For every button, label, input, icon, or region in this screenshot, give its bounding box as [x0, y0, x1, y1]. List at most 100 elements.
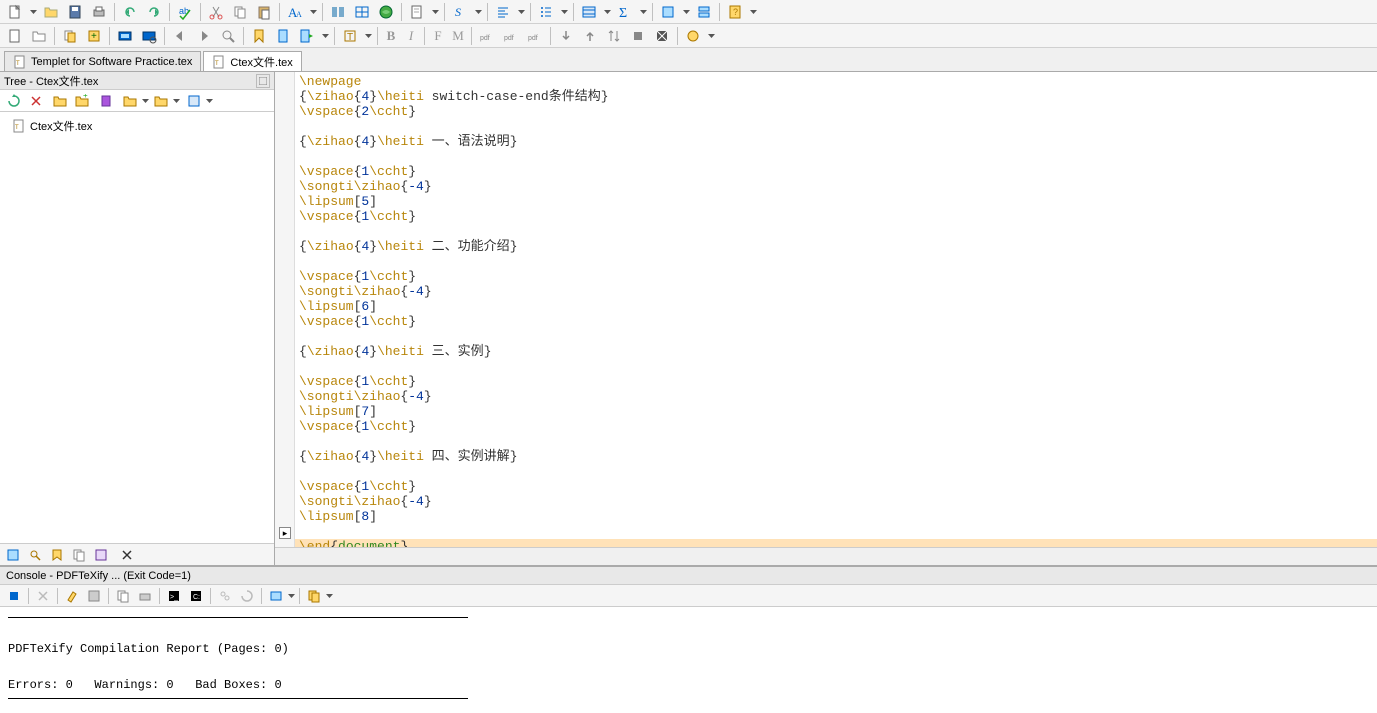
sync-down-button[interactable]: [555, 26, 577, 46]
paste-button[interactable]: [253, 2, 275, 22]
console-reload-button[interactable]: [237, 587, 257, 605]
tab-files-button[interactable]: [70, 546, 88, 564]
undo-button[interactable]: [119, 2, 141, 22]
console-link-button[interactable]: [215, 587, 235, 605]
section-button[interactable]: [327, 2, 349, 22]
open-file-button[interactable]: [40, 2, 62, 22]
bookmark-button[interactable]: [248, 26, 270, 46]
compile-button[interactable]: [114, 26, 136, 46]
console-copy-button[interactable]: [113, 587, 133, 605]
document-button[interactable]: [406, 2, 428, 22]
code-editor[interactable]: \newpage{\zihao{4}\heiti switch-case-end…: [295, 72, 1377, 547]
sync-both-button[interactable]: [603, 26, 625, 46]
copy-path-button[interactable]: [59, 26, 81, 46]
style-dropdown[interactable]: [473, 2, 483, 22]
tab-symbols-button[interactable]: [92, 546, 110, 564]
tree-collapse-dropdown[interactable]: [142, 99, 149, 103]
console-stop-button[interactable]: [4, 587, 24, 605]
font-size-dropdown[interactable]: [308, 2, 318, 22]
copy-button[interactable]: [229, 2, 251, 22]
console-save-button[interactable]: [84, 587, 104, 605]
block-dropdown[interactable]: [681, 2, 691, 22]
macro-button[interactable]: T: [339, 26, 361, 46]
document-dropdown[interactable]: [430, 2, 440, 22]
next-error-button[interactable]: [193, 26, 215, 46]
prev-error-button[interactable]: [169, 26, 191, 46]
fold-marker[interactable]: ▸: [279, 527, 291, 539]
console-cmd-button[interactable]: C:: [186, 587, 206, 605]
stop-button[interactable]: [627, 26, 649, 46]
document-tab[interactable]: TCtex文件.tex: [203, 51, 301, 71]
sum-dropdown[interactable]: [638, 2, 648, 22]
tree-expand-button[interactable]: [151, 92, 171, 110]
tree-book-button[interactable]: [96, 92, 116, 110]
console-more-dropdown[interactable]: [326, 594, 333, 598]
build-run-button[interactable]: [296, 26, 318, 46]
new-file-dropdown[interactable]: [28, 2, 38, 22]
console-output[interactable]: PDFTeXify Compilation Report (Pages: 0) …: [0, 607, 1377, 713]
sync-up-button[interactable]: [579, 26, 601, 46]
tree-refresh-button[interactable]: [4, 92, 24, 110]
tab-find-button[interactable]: [26, 546, 44, 564]
document-tab[interactable]: TTemplet for Software Practice.tex: [4, 51, 201, 71]
tab-bookmarks-button[interactable]: [48, 546, 66, 564]
tab-structure-button[interactable]: [4, 546, 22, 564]
clean-button[interactable]: [651, 26, 673, 46]
tools-dropdown[interactable]: [706, 26, 716, 46]
pdf-button-3[interactable]: pdf: [524, 26, 546, 46]
stack-button[interactable]: [693, 2, 715, 22]
add-to-project-button[interactable]: +: [83, 26, 105, 46]
matrix-button[interactable]: [578, 2, 600, 22]
new-project-button[interactable]: [4, 26, 26, 46]
new-file-button[interactable]: [4, 2, 26, 22]
tree-panel-close-button[interactable]: [256, 74, 270, 88]
font-f-button[interactable]: F: [429, 26, 447, 46]
open-project-button[interactable]: [28, 26, 50, 46]
build-dropdown[interactable]: [320, 26, 330, 46]
list-button[interactable]: [535, 2, 557, 22]
align-button[interactable]: [492, 2, 514, 22]
find-button[interactable]: [217, 26, 239, 46]
matrix-dropdown[interactable]: [602, 2, 612, 22]
macro-dropdown[interactable]: [363, 26, 373, 46]
tree-expand-dropdown[interactable]: [173, 99, 180, 103]
bold-button[interactable]: B: [382, 26, 400, 46]
console-view-button[interactable]: [266, 587, 286, 605]
tab-close-button[interactable]: [118, 546, 136, 564]
console-more-button[interactable]: [304, 587, 324, 605]
console-clear-button[interactable]: [62, 587, 82, 605]
table-button[interactable]: [351, 2, 373, 22]
preview-button[interactable]: [138, 26, 160, 46]
pdf-button-2[interactable]: pdf: [500, 26, 522, 46]
console-terminal-button[interactable]: >_: [164, 587, 184, 605]
image-button[interactable]: [375, 2, 397, 22]
tree-settings-dropdown[interactable]: [206, 99, 213, 103]
tree-open-folder-button[interactable]: [50, 92, 70, 110]
list-dropdown[interactable]: [559, 2, 569, 22]
cut-button[interactable]: [205, 2, 227, 22]
tools-button[interactable]: [682, 26, 704, 46]
italic-button[interactable]: I: [402, 26, 420, 46]
console-close-button[interactable]: [33, 587, 53, 605]
save-button[interactable]: [64, 2, 86, 22]
help-button[interactable]: ?: [724, 2, 746, 22]
sum-button[interactable]: Σ: [614, 2, 636, 22]
tree-item[interactable]: TCtex文件.tex: [4, 116, 270, 136]
font-size-button[interactable]: AA: [284, 2, 306, 22]
help-dropdown[interactable]: [748, 2, 758, 22]
font-m-button[interactable]: M: [449, 26, 467, 46]
console-print-button[interactable]: [135, 587, 155, 605]
build-button[interactable]: [272, 26, 294, 46]
tree-settings-button[interactable]: [184, 92, 204, 110]
redo-button[interactable]: [143, 2, 165, 22]
block-button[interactable]: [657, 2, 679, 22]
print-button[interactable]: [88, 2, 110, 22]
tree-collapse-button[interactable]: [120, 92, 140, 110]
tree-close-button[interactable]: [26, 92, 46, 110]
tree-add-folder-button[interactable]: +: [72, 92, 92, 110]
console-view-dropdown[interactable]: [288, 594, 295, 598]
italic-style-button[interactable]: S: [449, 2, 471, 22]
pdf-button-1[interactable]: pdf: [476, 26, 498, 46]
spellcheck-button[interactable]: ab: [174, 2, 196, 22]
align-dropdown[interactable]: [516, 2, 526, 22]
